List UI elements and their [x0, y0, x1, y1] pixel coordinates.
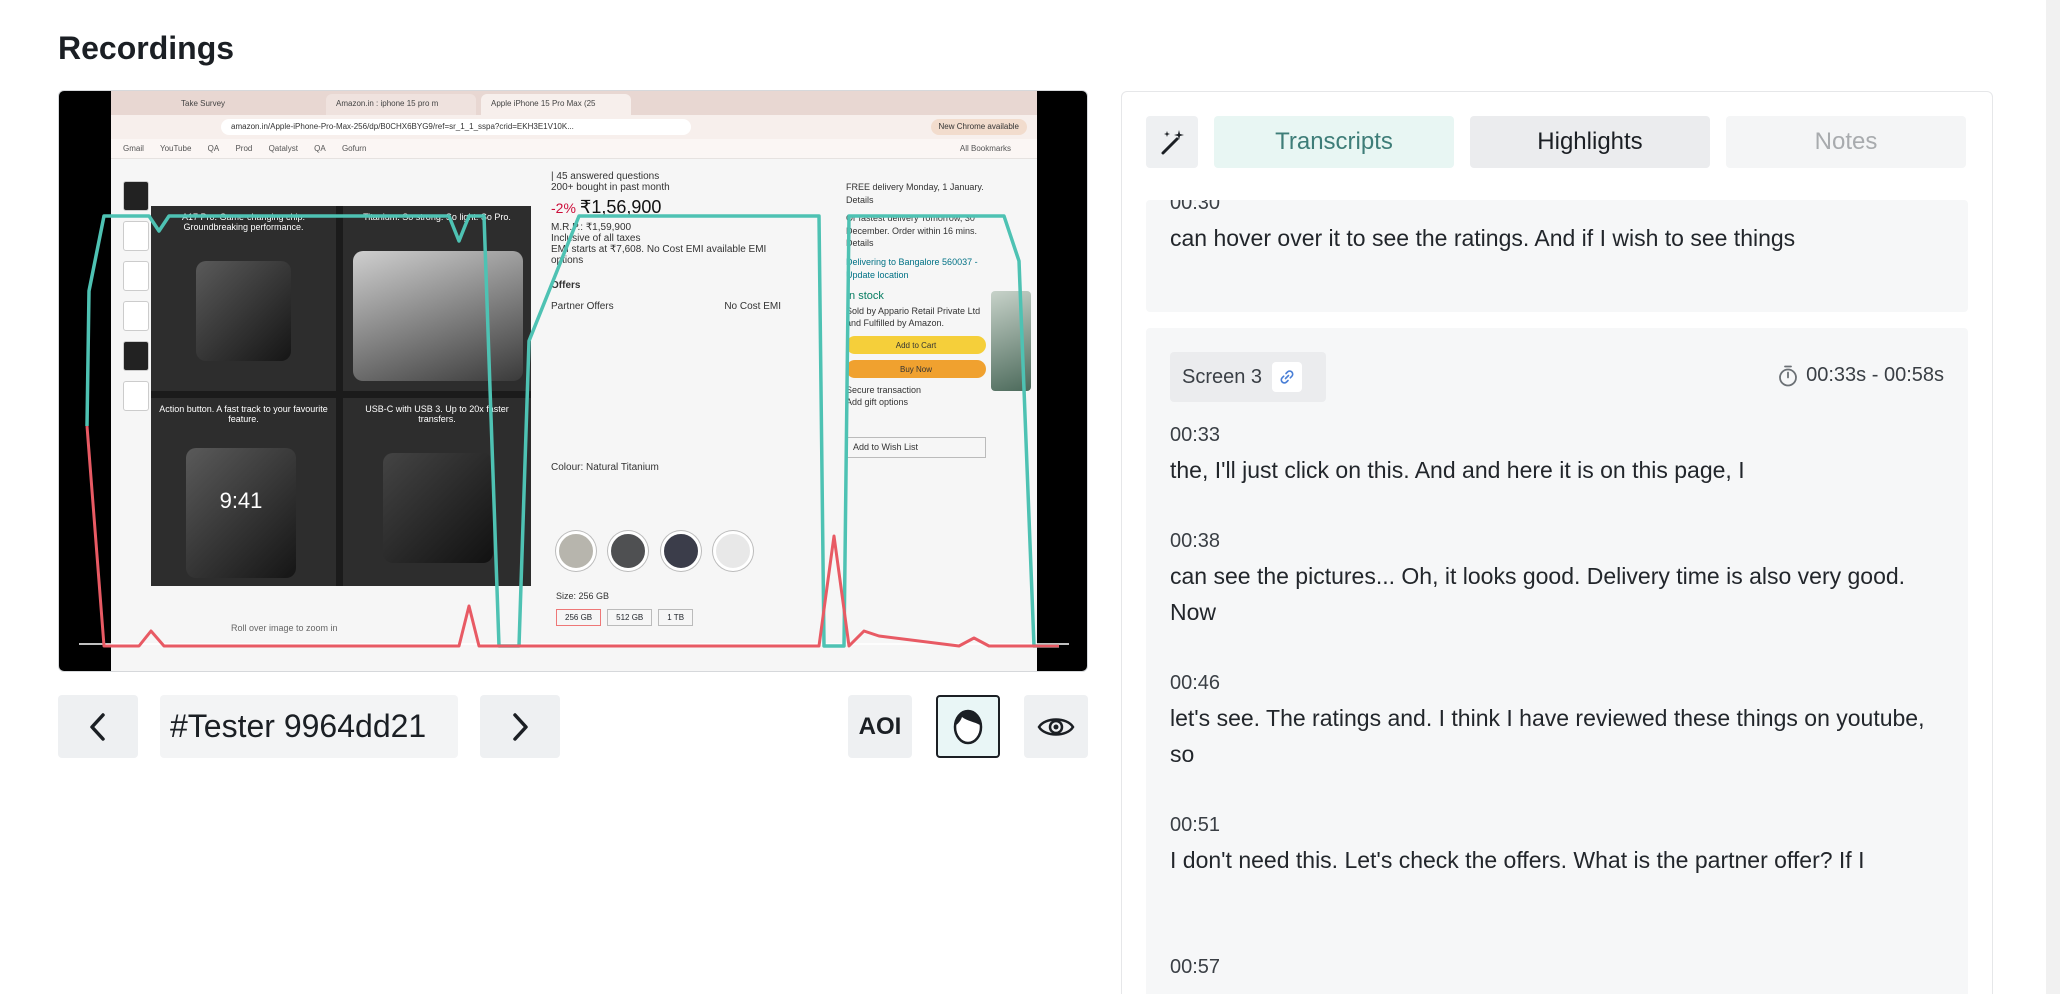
screen-label: Screen 3 — [1182, 365, 1263, 388]
tab-notes[interactable]: Notes — [1726, 116, 1966, 168]
tab-highlights[interactable]: Highlights — [1470, 116, 1710, 168]
screen-link-button[interactable] — [1272, 362, 1303, 392]
tab-transcripts[interactable]: Transcripts — [1214, 116, 1454, 168]
transcript-timestamp: 00:30 — [1170, 200, 1221, 214]
next-tester-button[interactable] — [480, 695, 560, 758]
transcript-segment: 00:30 can hover over it to see the ratin… — [1146, 200, 1968, 312]
page-title: Recordings — [58, 30, 235, 66]
recordings-page: Recordings Take Survey Amazon.in : iphon… — [0, 0, 2060, 994]
face-icon — [953, 709, 983, 744]
tester-id: #Tester 9964dd21 — [160, 695, 458, 758]
segment-time-range: 00:33s - 00:58s — [1778, 364, 1944, 387]
transcript-timestamp: 00:38 — [1170, 530, 1221, 552]
transcript-panel: Transcripts Highlights Notes 00:30 can h… — [1121, 91, 1993, 994]
transcript-text: let's see. The ratings and. I think I ha… — [1170, 705, 1925, 767]
transcript-timestamp: 00:57 — [1170, 956, 1221, 978]
attention-graph-overlay — [79, 214, 1069, 648]
red-emotion-curve — [85, 425, 1059, 648]
link-icon — [1280, 370, 1294, 384]
eye-icon — [1037, 717, 1075, 736]
transcript-text: can see the pictures... Oh, it looks goo… — [1170, 563, 1906, 625]
transcript-timestamp: 00:33 — [1170, 424, 1221, 446]
previous-tester-button[interactable] — [58, 695, 138, 758]
transcript-text: the, I'll just click on this. And and he… — [1170, 457, 1745, 483]
stopwatch-icon — [1779, 365, 1798, 386]
aoi-toggle-button[interactable]: AOI — [848, 695, 912, 758]
ai-summary-button[interactable] — [1146, 116, 1198, 168]
eye-tracking-toggle-button[interactable] — [1024, 695, 1088, 758]
magic-wand-icon — [1161, 130, 1184, 155]
screen-transcript-segment: Screen 3 00:33s - 00:58s 00:33 the, I'll… — [1146, 328, 1968, 994]
transcript-list[interactable]: 00:30 can hover over it to see the ratin… — [1146, 200, 1968, 994]
time-range-text: 00:33s - 00:58s — [1806, 364, 1944, 386]
transcript-timestamp: 00:51 — [1170, 814, 1221, 836]
recording-video-player[interactable]: Take Survey Amazon.in : iphone 15 pro m … — [58, 90, 1088, 672]
transcript-timestamp: 00:46 — [1170, 672, 1221, 694]
transcript-text: can hover over it to see the ratings. An… — [1170, 225, 1796, 251]
chevron-left-icon — [90, 712, 105, 741]
page-scrollbar[interactable] — [2046, 0, 2060, 994]
screen-badge: Screen 3 — [1170, 352, 1326, 402]
face-tracking-toggle-button[interactable] — [936, 695, 1000, 758]
chevron-right-icon — [513, 712, 528, 741]
teal-gaze-curve — [85, 214, 1059, 648]
transcript-text: I don't need this. Let's check the offer… — [1170, 847, 1865, 873]
